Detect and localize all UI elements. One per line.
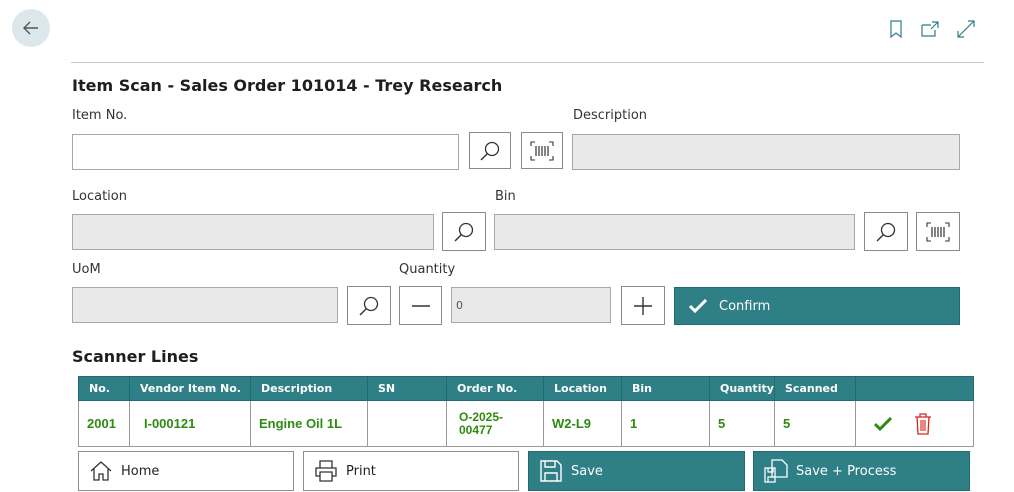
cell-scanned: 5 bbox=[774, 400, 856, 447]
bookmark-button[interactable] bbox=[885, 18, 907, 40]
item-no-lookup-button[interactable] bbox=[469, 132, 511, 169]
search-icon bbox=[454, 222, 474, 241]
bin-label: Bin bbox=[495, 189, 516, 204]
minus-icon bbox=[411, 304, 430, 307]
cell-bin: 1 bbox=[621, 400, 710, 447]
cell-vendor-item-no: I-000121 bbox=[129, 400, 251, 447]
column-header-actions bbox=[855, 376, 974, 401]
description-label: Description bbox=[573, 108, 648, 123]
column-header-bin[interactable]: Bin bbox=[621, 376, 710, 401]
home-button[interactable]: Home bbox=[78, 451, 294, 491]
location-field[interactable] bbox=[72, 214, 434, 250]
description-field bbox=[572, 134, 960, 170]
barcode-icon bbox=[530, 140, 554, 161]
search-icon bbox=[359, 296, 379, 315]
cell-description: Engine Oil 1L bbox=[250, 400, 368, 447]
column-header-description[interactable]: Description bbox=[250, 376, 368, 401]
page-title: Item Scan - Sales Order 101014 - Trey Re… bbox=[72, 76, 503, 95]
column-header-no[interactable]: No. bbox=[78, 376, 130, 401]
table-row[interactable]: 2001 I-000121 Engine Oil 1L O-2025-00477… bbox=[78, 400, 974, 447]
open-new-window-icon bbox=[921, 21, 939, 37]
back-button[interactable] bbox=[12, 9, 50, 47]
column-header-location[interactable]: Location bbox=[543, 376, 622, 401]
cell-quantity: 5 bbox=[709, 400, 775, 447]
location-lookup-button[interactable] bbox=[442, 212, 486, 251]
item-no-label: Item No. bbox=[72, 108, 128, 123]
cell-location: W2-L9 bbox=[543, 400, 622, 447]
save-process-button-label: Save + Process bbox=[796, 463, 897, 479]
column-header-sn[interactable]: SN bbox=[367, 376, 447, 401]
expand-icon bbox=[957, 20, 975, 38]
bin-field[interactable] bbox=[494, 214, 855, 250]
save-icon bbox=[540, 460, 562, 482]
cell-actions bbox=[855, 400, 974, 447]
quantity-field[interactable] bbox=[451, 287, 611, 323]
column-header-scanned[interactable]: Scanned bbox=[774, 376, 856, 401]
cell-order-no: O-2025-00477 bbox=[446, 400, 544, 447]
search-icon bbox=[480, 141, 500, 160]
location-label: Location bbox=[72, 189, 127, 204]
home-button-label: Home bbox=[121, 463, 160, 479]
bin-lookup-button[interactable] bbox=[864, 212, 908, 251]
cell-sn bbox=[367, 400, 447, 447]
column-header-quantity[interactable]: Quantity bbox=[709, 376, 775, 401]
item-no-field[interactable] bbox=[72, 134, 459, 170]
trash-icon[interactable] bbox=[914, 412, 932, 435]
uom-label: UoM bbox=[72, 262, 101, 277]
save-button[interactable]: Save bbox=[528, 451, 745, 491]
save-process-icon bbox=[764, 459, 788, 483]
save-process-button[interactable]: Save + Process bbox=[753, 451, 970, 491]
quantity-decrease-button[interactable] bbox=[399, 286, 442, 325]
print-icon bbox=[315, 460, 337, 482]
confirm-button[interactable]: Confirm bbox=[674, 287, 960, 325]
column-header-vendor-item-no[interactable]: Vendor Item No. bbox=[129, 376, 251, 401]
header-divider bbox=[71, 62, 984, 63]
print-button-label: Print bbox=[346, 463, 376, 479]
cell-no: 2001 bbox=[78, 400, 130, 447]
checkmark-icon[interactable] bbox=[874, 416, 892, 431]
quantity-label: Quantity bbox=[399, 262, 456, 277]
table-header-row: No. Vendor Item No. Description SN Order… bbox=[78, 376, 974, 401]
plus-icon bbox=[634, 296, 652, 315]
uom-field[interactable] bbox=[72, 287, 338, 323]
save-button-label: Save bbox=[571, 463, 603, 479]
item-no-barcode-button[interactable] bbox=[521, 132, 563, 169]
home-icon bbox=[90, 461, 112, 481]
confirm-button-label: Confirm bbox=[719, 298, 771, 314]
print-button[interactable]: Print bbox=[303, 451, 519, 491]
search-icon bbox=[876, 222, 896, 241]
scanner-lines-table: No. Vendor Item No. Description SN Order… bbox=[78, 376, 974, 447]
checkmark-icon bbox=[689, 299, 707, 313]
open-new-window-button[interactable] bbox=[919, 18, 941, 40]
expand-button[interactable] bbox=[955, 18, 977, 40]
scanner-lines-title: Scanner Lines bbox=[72, 347, 199, 366]
column-header-order-no[interactable]: Order No. bbox=[446, 376, 544, 401]
uom-lookup-button[interactable] bbox=[347, 286, 391, 325]
bookmark-icon bbox=[890, 20, 902, 38]
quantity-increase-button[interactable] bbox=[621, 286, 665, 325]
back-arrow-icon bbox=[23, 21, 38, 35]
bin-barcode-button[interactable] bbox=[916, 212, 960, 251]
barcode-icon bbox=[926, 221, 950, 242]
